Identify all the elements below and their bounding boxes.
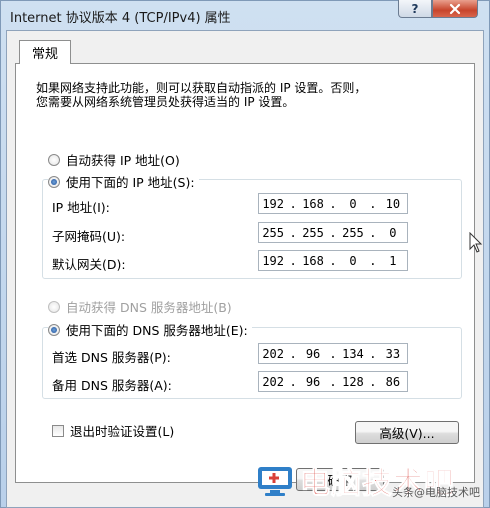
preferred-dns-input[interactable]: 202. 96. 134. 33 [258,343,408,364]
ip-address-input[interactable]: 192. 168. 0. 10 [258,193,408,214]
mask-octet-4: 0 [389,225,397,240]
alternate-octet-4: 86 [385,374,401,389]
advanced-button[interactable]: 高级(V)... [355,421,459,444]
validate-on-exit-label: 退出时验证设置(L) [70,424,175,439]
manual-dns-label: 使用下面的 DNS 服务器地址(E): [66,323,248,338]
help-button[interactable]: ? [398,0,432,18]
alternate-octet-2: 96 [305,374,321,389]
alternate-octet-3: 128 [342,374,364,389]
ip-octet-1: 192 [262,196,284,211]
description-text: 如果网络支持此功能，则可以获取自动指派的 IP 设置。否则， 您需要从网络系统管… [36,81,456,109]
radio-icon [48,300,60,313]
auto-ip-radio[interactable]: 自动获得 IP 地址(O) [48,150,180,169]
preferred-dns-label: 首选 DNS 服务器(P): [52,350,171,365]
ip-address-label: IP 地址(I): [52,200,110,215]
preferred-octet-4: 33 [385,346,401,361]
radio-selected-icon [48,175,60,188]
preferred-octet-3: 134 [342,346,364,361]
gateway-label: 默认网关(D): [52,257,126,272]
alternate-octet-1: 202 [262,374,284,389]
ip-octet-2: 168 [302,196,324,211]
preferred-octet-2: 96 [305,346,321,361]
alternate-dns-label: 备用 DNS 服务器(A): [52,378,172,393]
title-bar[interactable]: Internet 协议版本 4 (TCP/IPv4) 属性 ? [0,0,490,30]
watermark-logo-icon [258,467,292,496]
radio-icon [48,153,60,166]
radio-selected-icon [48,323,60,336]
mask-octet-3: 255 [342,225,364,240]
preferred-octet-1: 202 [262,346,284,361]
gateway-input[interactable]: 192. 168. 0. 1 [258,250,408,271]
tab-general[interactable]: 常规 [19,40,71,64]
mask-octet-1: 255 [262,225,284,240]
mask-octet-2: 255 [302,225,324,240]
manual-dns-radio[interactable]: 使用下面的 DNS 服务器地址(E): [48,320,252,339]
window-title: Internet 协议版本 4 (TCP/IPv4) 属性 [10,11,231,26]
subnet-mask-input[interactable]: 255. 255. 255. 0 [258,222,408,243]
auto-dns-label: 自动获得 DNS 服务器地址(B) [66,300,232,315]
validate-on-exit-checkbox[interactable]: 退出时验证设置(L) [52,421,174,440]
close-button[interactable] [432,0,478,18]
ip-octet-3: 0 [349,196,357,211]
mouse-cursor-icon [469,232,483,253]
auto-ip-label: 自动获得 IP 地址(O) [66,153,180,168]
ip-octet-4: 10 [385,196,401,211]
description-line-2: 您需要从网络系统管理员处获得适当的 IP 设置。 [36,95,295,109]
description-line-1: 如果网络支持此功能，则可以获取自动指派的 IP 设置。否则， [36,81,367,95]
alternate-dns-input[interactable]: 202. 96. 128. 86 [258,371,408,392]
watermark-small-text: 头条@电脑技术吧 [392,486,480,499]
manual-ip-label: 使用下面的 IP 地址(S): [66,175,195,190]
gateway-octet-4: 1 [389,253,397,268]
gateway-octet-1: 192 [262,253,284,268]
subnet-mask-label: 子网掩码(U): [52,229,126,244]
gateway-octet-2: 168 [302,253,324,268]
manual-ip-radio[interactable]: 使用下面的 IP 地址(S): [48,172,199,191]
close-icon [449,3,461,14]
checkbox-icon [52,424,64,437]
gateway-octet-3: 0 [349,253,357,268]
auto-dns-radio[interactable]: 自动获得 DNS 服务器地址(B) [48,297,232,316]
